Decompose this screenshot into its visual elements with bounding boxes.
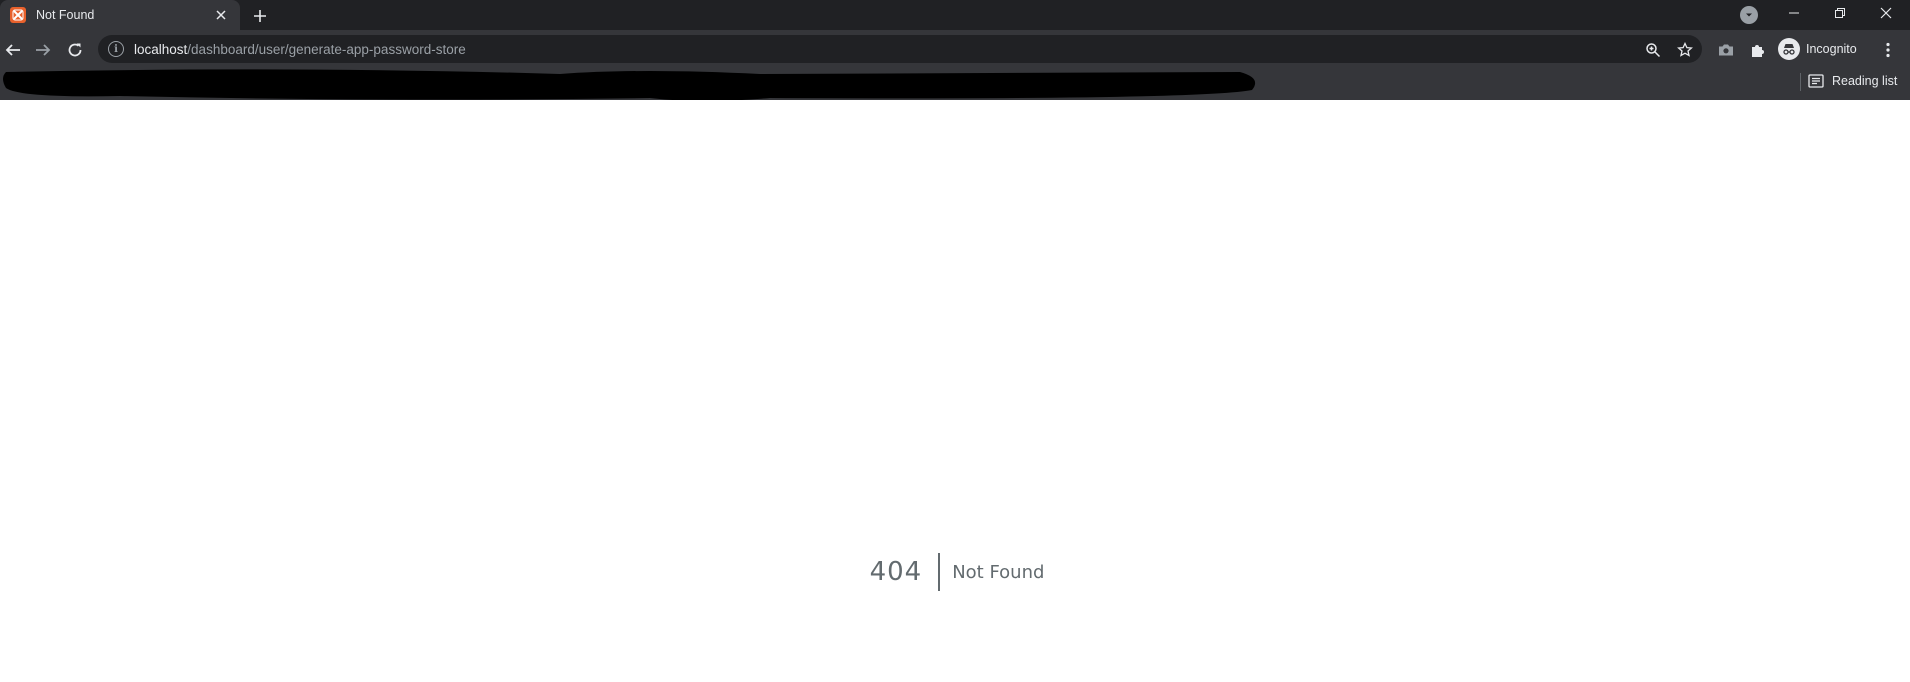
error-code: 404 [869, 557, 923, 587]
close-tab-icon[interactable] [212, 6, 230, 24]
incognito-label: Incognito [1806, 42, 1857, 56]
forward-icon[interactable] [30, 37, 56, 63]
back-icon[interactable] [0, 37, 26, 63]
page-viewport: 404 Not Found [4, 100, 1910, 682]
reading-list-icon [1808, 74, 1824, 88]
incognito-icon [1778, 38, 1800, 60]
tab-title: Not Found [36, 8, 95, 22]
extensions-puzzle-icon[interactable] [1748, 40, 1768, 60]
error-message-block: 404 Not Found [4, 552, 1910, 592]
tab-search-icon[interactable] [1740, 6, 1758, 24]
reload-icon[interactable] [62, 37, 88, 63]
bookmark-star-icon[interactable] [1676, 41, 1694, 59]
more-menu-icon[interactable] [1878, 39, 1898, 61]
tab-not-found[interactable]: Not Found [0, 0, 240, 30]
url-text: localhost/dashboard/user/generate-app-pa… [134, 42, 466, 57]
address-bar[interactable]: i localhost/dashboard/user/generate-app-… [98, 35, 1702, 63]
minimize-icon[interactable] [1772, 0, 1816, 26]
redaction-scribble [3, 69, 1256, 101]
site-info-icon[interactable]: i [108, 41, 124, 57]
error-text: Not Found [952, 561, 1045, 583]
url-host: localhost [134, 41, 188, 57]
zoom-icon[interactable] [1644, 41, 1662, 59]
bookmarks-divider [1800, 73, 1801, 91]
tab-strip: Not Found [0, 0, 1910, 30]
new-tab-icon[interactable] [248, 4, 272, 28]
xampp-icon [10, 7, 26, 23]
profile-incognito-button[interactable]: Incognito [1778, 38, 1857, 60]
restore-icon[interactable] [1818, 0, 1862, 26]
reading-list-label: Reading list [1832, 74, 1898, 88]
close-window-icon[interactable] [1864, 0, 1908, 26]
reading-list-button[interactable]: Reading list [1808, 70, 1897, 92]
camera-icon[interactable] [1716, 40, 1736, 60]
url-path: /dashboard/user/generate-app-password-st… [187, 41, 466, 57]
browser-toolbar: i localhost/dashboard/user/generate-app-… [0, 30, 1910, 68]
